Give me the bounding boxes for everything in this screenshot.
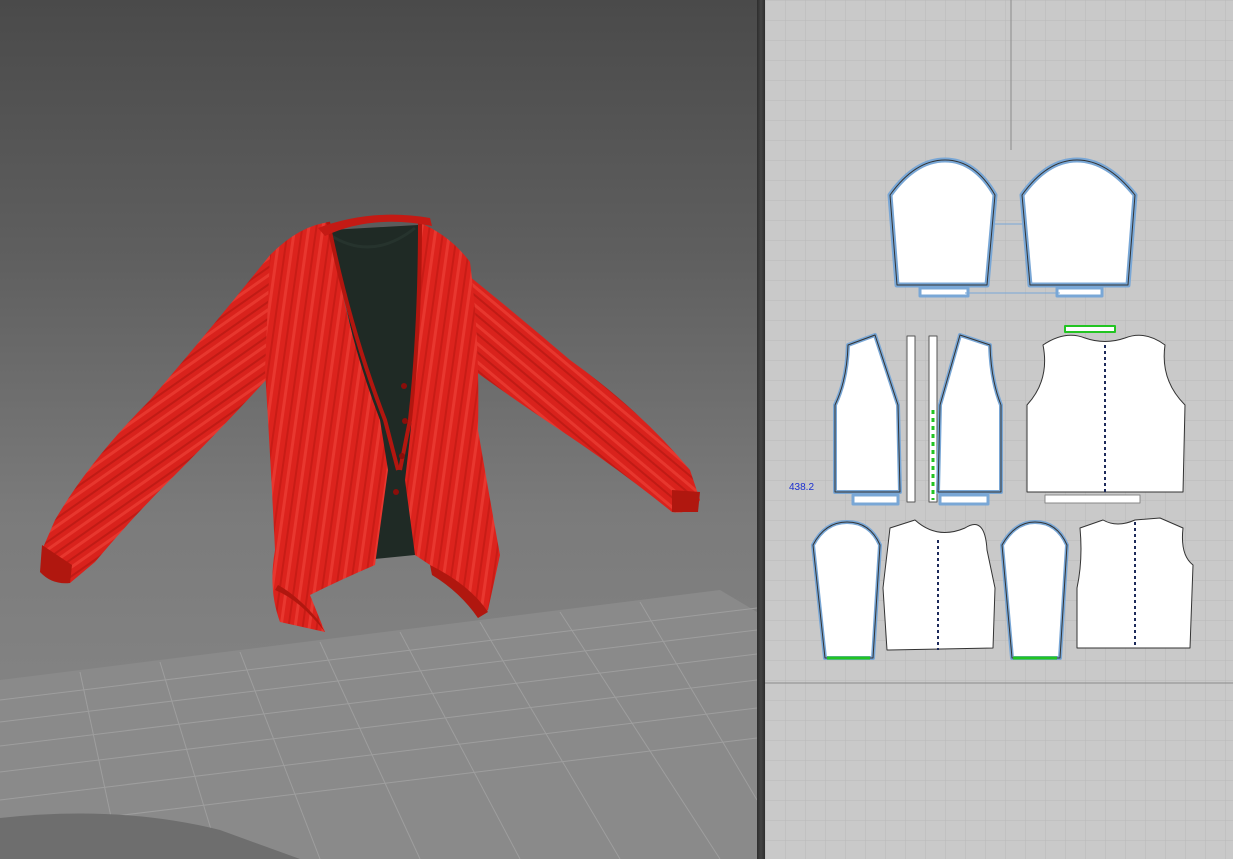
- pattern-piece-sleeve-top-left[interactable]: [887, 157, 998, 298]
- pattern-piece-sleeve-bottom-right[interactable]: [1000, 520, 1069, 660]
- floor-grid: [0, 590, 757, 859]
- measurement-label: 438.2: [789, 482, 815, 493]
- pattern-piece-back-top[interactable]: [1026, 325, 1186, 504]
- 2d-pattern-window[interactable]: 438.2: [765, 0, 1233, 859]
- pattern-piece-sleeve-bottom-left[interactable]: [811, 520, 882, 660]
- cardigan-3d-model[interactable]: [40, 214, 700, 632]
- pattern-piece-sleeve-top-right[interactable]: [1019, 157, 1138, 298]
- pattern-canvas[interactable]: [765, 0, 1233, 859]
- view-splitter[interactable]: [757, 0, 765, 859]
- pattern-piece-back-bottom[interactable]: [1076, 517, 1194, 649]
- 3d-viewport[interactable]: [0, 0, 757, 859]
- pattern-piece-front-bottom[interactable]: [882, 519, 996, 651]
- 3d-scene[interactable]: [0, 0, 757, 859]
